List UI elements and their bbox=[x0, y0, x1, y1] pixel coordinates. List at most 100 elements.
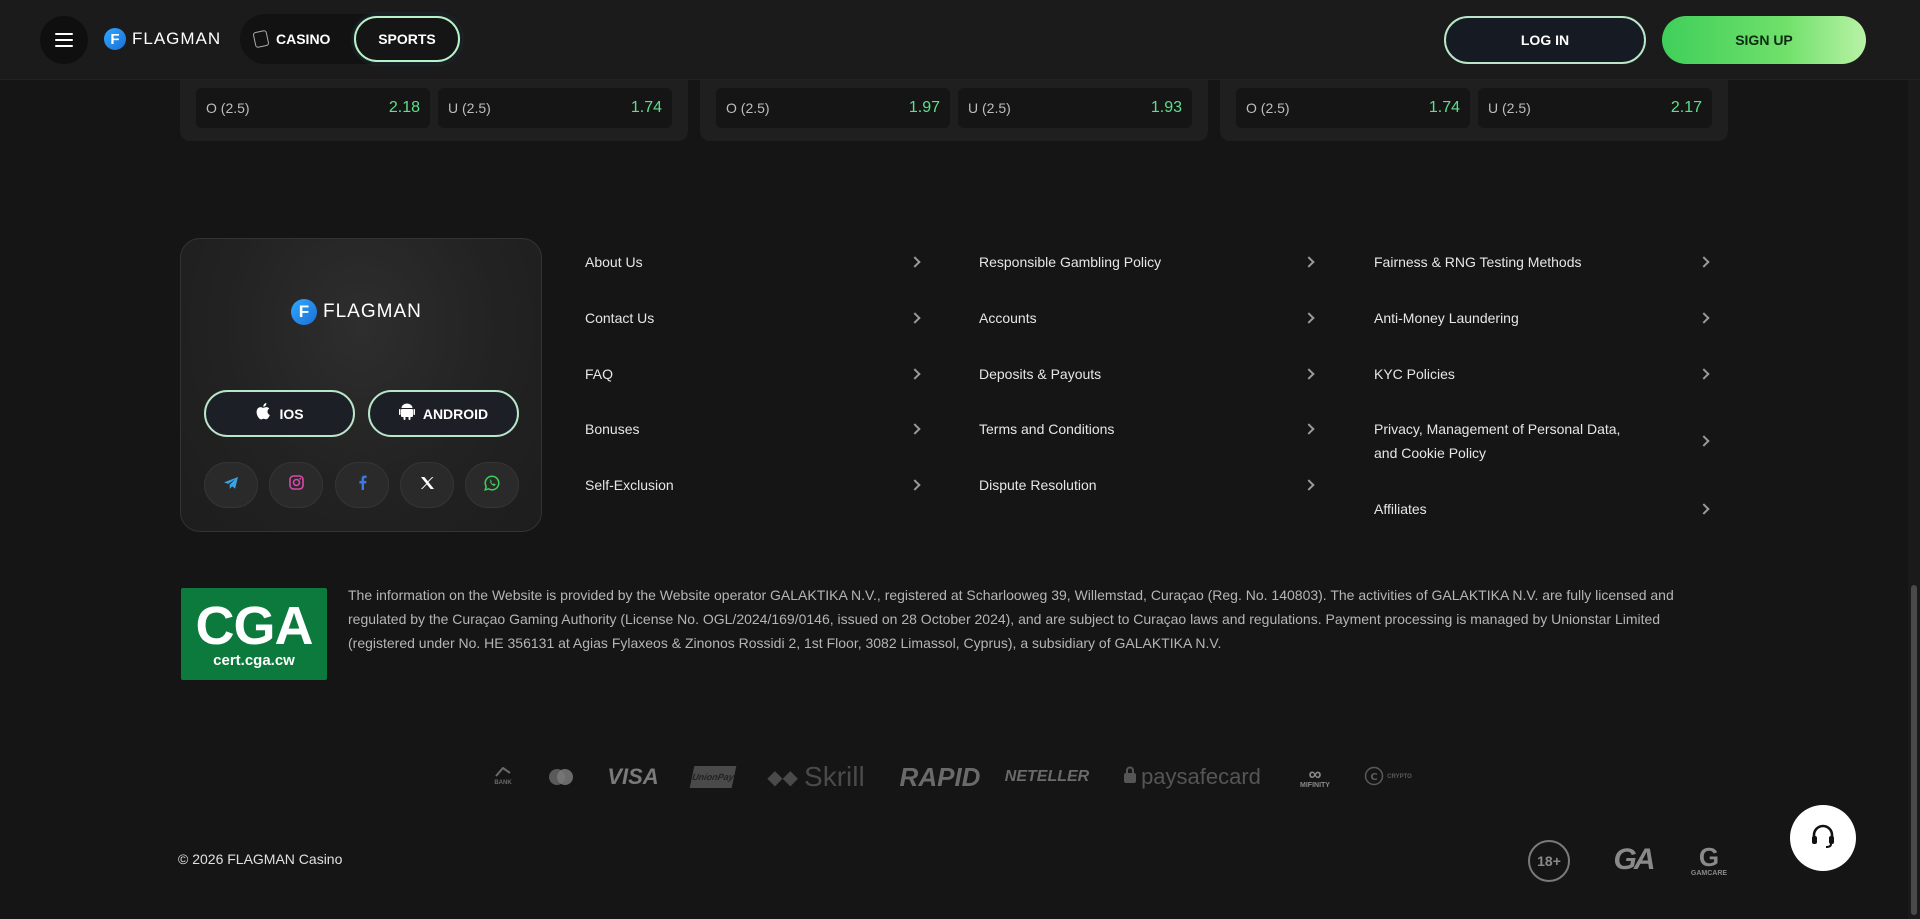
android-app-button[interactable]: ANDROID bbox=[368, 390, 519, 437]
flagman-logo-icon: F bbox=[104, 28, 126, 50]
link-label: Responsible Gambling Policy bbox=[979, 254, 1162, 270]
odd-value: 1.93 bbox=[1150, 99, 1182, 116]
scrollbar-thumb[interactable] bbox=[1911, 585, 1917, 915]
odd-under-button[interactable]: U (2.5) 2.17 bbox=[1478, 88, 1712, 128]
link-label: Self-Exclusion bbox=[585, 477, 674, 493]
footer-link-dispute-resolution[interactable]: Dispute Resolution bbox=[979, 473, 1317, 497]
support-chat-button[interactable] bbox=[1790, 805, 1856, 871]
chevron-right-icon bbox=[1698, 256, 1710, 268]
odd-label: U (2.5) bbox=[448, 100, 491, 116]
crypto-logo: C CRYPTO bbox=[1360, 760, 1416, 794]
footer-link-affiliates[interactable]: Affiliates bbox=[1374, 497, 1712, 521]
instagram-icon bbox=[288, 475, 304, 495]
footer-link-about-us[interactable]: About Us bbox=[585, 250, 923, 274]
skrill-label: Skrill bbox=[804, 761, 865, 792]
facebook-icon bbox=[358, 475, 367, 495]
headset-icon bbox=[1808, 821, 1838, 856]
apple-icon bbox=[255, 402, 271, 425]
odd-label: O (2.5) bbox=[1246, 100, 1290, 116]
chevron-right-icon bbox=[909, 256, 921, 268]
gambling-anonymous-logo[interactable]: GA bbox=[1604, 838, 1662, 882]
chevron-right-icon bbox=[1303, 312, 1315, 324]
link-label: About Us bbox=[585, 254, 643, 270]
gamcare-label: GAMCARE bbox=[1690, 869, 1728, 877]
footer-link-contact-us[interactable]: Contact Us bbox=[585, 306, 923, 330]
chevron-right-icon bbox=[909, 479, 921, 491]
lock-icon bbox=[1123, 764, 1137, 790]
skrill-logo: ◆◆ Skrill bbox=[760, 760, 872, 794]
footer-link-faq[interactable]: FAQ bbox=[585, 362, 923, 386]
svg-text:C: C bbox=[1370, 772, 1377, 783]
bank-label: BANK bbox=[494, 780, 512, 786]
odd-label: U (2.5) bbox=[968, 100, 1011, 116]
footer-link-terms[interactable]: Terms and Conditions bbox=[979, 417, 1317, 441]
unionpay-logo: UnionPay bbox=[689, 766, 737, 788]
infinity-icon: ∞ bbox=[1308, 763, 1322, 784]
footer-link-self-exclusion[interactable]: Self-Exclusion bbox=[585, 473, 923, 497]
whatsapp-icon bbox=[484, 474, 500, 496]
neteller-logo: NETELLER bbox=[1004, 768, 1090, 785]
flagman-logo-icon: F bbox=[291, 299, 317, 325]
casino-chip-icon bbox=[252, 29, 270, 49]
footer-link-accounts[interactable]: Accounts bbox=[979, 306, 1317, 330]
link-label: Privacy, Management of Personal Data, an… bbox=[1374, 421, 1621, 461]
link-label: Fairness & RNG Testing Methods bbox=[1374, 254, 1582, 270]
footer-link-deposits-payouts[interactable]: Deposits & Payouts bbox=[979, 362, 1317, 386]
ios-label: IOS bbox=[279, 405, 304, 422]
chevron-right-icon bbox=[1303, 423, 1315, 435]
whatsapp-button[interactable] bbox=[465, 462, 519, 508]
odd-over-button[interactable]: O (2.5) 1.74 bbox=[1236, 88, 1470, 128]
hamburger-icon bbox=[55, 33, 73, 47]
crypto-label: CRYPTO bbox=[1387, 774, 1412, 780]
telegram-button[interactable] bbox=[204, 462, 258, 508]
footer-link-fairness-rng[interactable]: Fairness & RNG Testing Methods bbox=[1374, 250, 1712, 274]
link-label: Bonuses bbox=[585, 421, 640, 437]
gamcare-logo[interactable]: G GAMCARE bbox=[1690, 838, 1728, 882]
header-logo[interactable]: F FLAGMAN bbox=[104, 28, 221, 50]
age-restriction-badge: 18+ bbox=[1528, 840, 1570, 882]
casino-sports-switch: CASINO SPORTS bbox=[240, 14, 462, 64]
footer-link-kyc[interactable]: KYC Policies bbox=[1374, 362, 1712, 386]
link-label: Anti-Money Laundering bbox=[1374, 310, 1519, 326]
link-label: Deposits & Payouts bbox=[979, 366, 1102, 382]
odd-label: O (2.5) bbox=[726, 100, 770, 116]
skrill-mark-icon: ◆◆ bbox=[767, 766, 799, 789]
footer-link-bonuses[interactable]: Bonuses bbox=[585, 417, 923, 441]
odd-value: 2.17 bbox=[1670, 99, 1702, 116]
mastercard-logo bbox=[544, 760, 578, 794]
chevron-right-icon bbox=[1698, 435, 1710, 447]
odd-label: O (2.5) bbox=[206, 100, 250, 116]
odd-under-button[interactable]: U (2.5) 1.74 bbox=[438, 88, 672, 128]
link-label: Dispute Resolution bbox=[979, 477, 1097, 493]
footer-link-aml[interactable]: Anti-Money Laundering bbox=[1374, 306, 1712, 330]
paysafecard-logo: paysafecard bbox=[1114, 760, 1270, 794]
chevron-right-icon bbox=[1698, 368, 1710, 380]
casino-tab-label: CASINO bbox=[276, 31, 331, 47]
menu-button[interactable] bbox=[40, 16, 88, 64]
signup-button[interactable]: SIGN UP bbox=[1662, 16, 1866, 64]
mifinity-label: MIFINITY bbox=[1300, 781, 1330, 789]
sports-tab[interactable]: SPORTS bbox=[354, 16, 460, 62]
odd-over-button[interactable]: O (2.5) 1.97 bbox=[716, 88, 950, 128]
telegram-icon bbox=[223, 476, 239, 495]
footer-link-responsible-gambling[interactable]: Responsible Gambling Policy bbox=[979, 250, 1317, 274]
x-button[interactable] bbox=[400, 462, 454, 508]
footer-link-privacy[interactable]: Privacy, Management of Personal Data, an… bbox=[1374, 417, 1712, 465]
instagram-button[interactable] bbox=[269, 462, 323, 508]
cga-seal-text: CGA bbox=[195, 596, 314, 656]
cga-license-seal[interactable]: CGA cert.cga.cw bbox=[181, 588, 327, 680]
mifinity-logo: ∞ MIFINITY bbox=[1294, 760, 1336, 794]
chevron-right-icon bbox=[909, 423, 921, 435]
chevron-right-icon bbox=[1303, 479, 1315, 491]
paysafecard-label: paysafecard bbox=[1141, 764, 1261, 789]
odd-under-button[interactable]: U (2.5) 1.93 bbox=[958, 88, 1192, 128]
page-scrollbar[interactable] bbox=[1908, 0, 1920, 919]
crypto-coin-icon: C bbox=[1364, 766, 1384, 788]
brand-name: FLAGMAN bbox=[132, 29, 222, 48]
casino-tab[interactable]: CASINO bbox=[252, 14, 331, 64]
chevron-right-icon bbox=[1303, 368, 1315, 380]
ios-app-button[interactable]: IOS bbox=[204, 390, 355, 437]
facebook-button[interactable] bbox=[335, 462, 389, 508]
odd-over-button[interactable]: O (2.5) 2.18 bbox=[196, 88, 430, 128]
login-button[interactable]: LOG IN bbox=[1444, 16, 1646, 64]
